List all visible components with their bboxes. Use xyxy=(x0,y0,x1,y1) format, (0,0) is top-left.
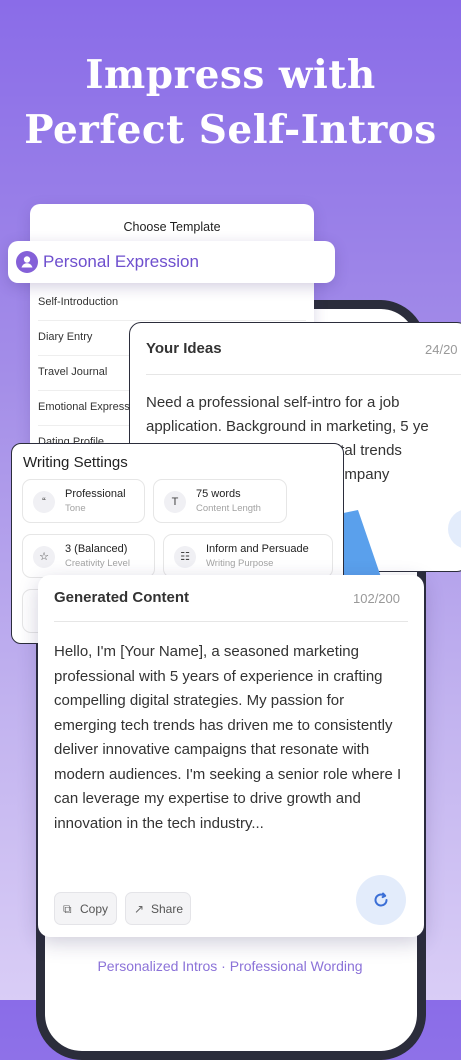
generated-content-title: Generated Content xyxy=(54,589,190,606)
regenerate-button[interactable] xyxy=(356,875,406,925)
your-ideas-title: Your Ideas xyxy=(146,340,222,357)
copy-button[interactable]: ⧉ Copy xyxy=(54,892,117,925)
text-icon: T xyxy=(164,491,186,513)
setting-creativity-level-label: Creativity Level xyxy=(65,558,130,569)
phone-footer-tagline: Personalized Intros · Professional Wordi… xyxy=(97,958,363,974)
template-selected-personal-expression[interactable]: Personal Expression xyxy=(8,241,335,283)
setting-tone[interactable]: “ Professional Tone xyxy=(22,479,145,523)
generated-content-text: Hello, I'm [Your Name], a seasoned marke… xyxy=(54,643,402,832)
setting-content-length-label: Content Length xyxy=(196,503,261,514)
divider xyxy=(146,374,461,375)
quote-icon: “ xyxy=(33,491,55,513)
setting-content-length[interactable]: T 75 words Content Length xyxy=(153,479,287,523)
lightbulb-icon: ☆ xyxy=(33,546,55,568)
setting-writing-purpose-value: Inform and Persuade xyxy=(206,543,309,555)
headline-line-2: Perfect Self-Intros xyxy=(24,107,437,153)
ideas-action-button[interactable] xyxy=(448,509,461,549)
person-icon xyxy=(16,251,38,273)
share-button[interactable]: ↗ Share xyxy=(125,892,191,925)
setting-creativity-level[interactable]: ☆ 3 (Balanced) Creativity Level xyxy=(22,534,155,578)
writing-settings-title: Writing Settings xyxy=(23,454,128,471)
setting-writing-purpose-label: Writing Purpose xyxy=(206,558,274,569)
refresh-icon xyxy=(374,892,388,907)
setting-writing-purpose[interactable]: ☷ Inform and Persuade Writing Purpose xyxy=(163,534,333,578)
template-selected-label: Personal Expression xyxy=(43,252,199,271)
headline: Impress with Perfect Self-Intros xyxy=(0,48,461,158)
your-ideas-char-count: 24/20 xyxy=(425,342,458,357)
share-button-label: Share xyxy=(151,902,184,916)
hierarchy-icon: ☷ xyxy=(174,546,196,568)
template-card-title: Choose Template xyxy=(123,220,221,234)
generated-content-char-count: 102/200 xyxy=(353,591,400,606)
setting-tone-label: Tone xyxy=(65,503,86,514)
copy-icon: ⧉ xyxy=(63,902,72,916)
headline-line-1: Impress with xyxy=(85,52,376,98)
template-item-self-introduction[interactable]: Self-Introduction xyxy=(38,285,306,321)
copy-button-label: Copy xyxy=(80,902,109,916)
setting-content-length-value: 75 words xyxy=(196,488,241,500)
divider xyxy=(54,621,408,622)
setting-tone-value: Professional xyxy=(65,488,126,500)
share-icon: ↗ xyxy=(134,902,145,916)
setting-creativity-level-value: 3 (Balanced) xyxy=(65,543,128,555)
generated-content-card: Generated Content 102/200 Hello, I'm [Yo… xyxy=(38,575,424,937)
